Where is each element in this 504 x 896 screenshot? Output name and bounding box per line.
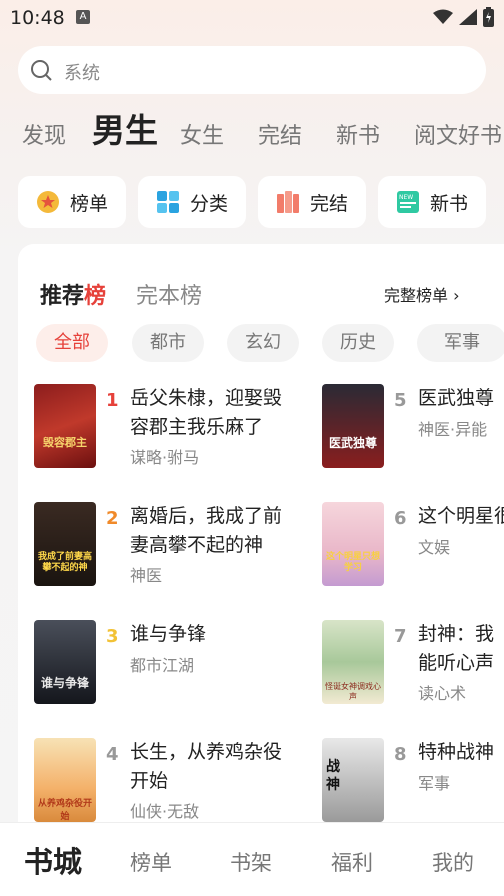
battery-icon <box>483 7 494 27</box>
status-bar: 10:48 A <box>0 0 504 36</box>
rank-number: 3 <box>106 626 119 647</box>
medal-icon <box>37 191 59 213</box>
nav-bookshelf[interactable]: 书架 <box>230 847 272 877</box>
nav-bookstore[interactable]: 书城 <box>24 839 82 881</box>
book-cover: 战神 <box>322 738 384 822</box>
book-item[interactable]: 战神 8 特种战神 军事 <box>322 738 504 828</box>
book-title: 医武独尊 <box>418 387 495 409</box>
tab-yuewen-good-books[interactable]: 阅文好书 <box>414 118 502 150</box>
book-tag: 军事 <box>418 774 451 793</box>
nav-me[interactable]: 我的 <box>432 847 474 877</box>
full-list-label: 完整榜单 <box>384 286 449 305</box>
rank-number: 4 <box>106 744 119 765</box>
rank-number: 7 <box>394 626 407 647</box>
rank-number: 5 <box>394 390 407 411</box>
book-cover: 这个明星只想学习 <box>322 502 384 586</box>
book-tag: 谋略·驸马 <box>130 448 200 467</box>
status-icons <box>433 7 494 27</box>
genre-pill-urban[interactable]: 都市 <box>132 324 204 362</box>
tab-label: 推荐 <box>40 284 85 309</box>
book-item[interactable]: 谁与争锋 3 谁与争锋 都市江湖 <box>34 620 334 710</box>
nav-ranking[interactable]: 榜单 <box>130 847 172 877</box>
book-title: 封神：我能听心声 <box>418 623 495 674</box>
status-time: 10:48 <box>10 7 65 29</box>
cover-text: 战神 <box>326 759 340 793</box>
book-item[interactable]: 我成了前妻高攀不起的神 2 离婚后，我成了前妻高攀不起的神 神医 <box>34 502 334 592</box>
cover-text: 从养鸡杂役开始 <box>37 799 92 822</box>
book-cover: 怪诞女神调戏心声 <box>322 620 384 704</box>
book-tag: 仙侠·无敌 <box>130 802 200 821</box>
tab-new[interactable]: 新书 <box>336 118 380 150</box>
notification-icon: A <box>76 10 90 24</box>
rank-number: 6 <box>394 508 407 529</box>
tab-recommended-ranking[interactable]: 推荐榜 <box>40 278 106 310</box>
shortcut-label: 完结 <box>310 193 349 215</box>
rank-number: 1 <box>106 390 119 411</box>
book-tag: 都市江湖 <box>130 656 195 675</box>
shortcut-completed-button[interactable]: 完结 <box>258 176 366 228</box>
cover-text: 谁与争锋 <box>40 676 89 690</box>
tab-completed-ranking[interactable]: 完本榜 <box>136 278 202 310</box>
shortcut-new-books-button[interactable]: NEW 新书 <box>378 176 486 228</box>
cover-text: 毁容郡主 <box>43 436 87 449</box>
search-input[interactable]: 系统 <box>64 59 100 85</box>
nav-welfare[interactable]: 福利 <box>331 847 373 877</box>
genre-pill-history[interactable]: 历史 <box>322 324 394 362</box>
genre-pill-all[interactable]: 全部 <box>36 324 108 362</box>
rank-number: 2 <box>106 508 119 529</box>
ranking-card: 推荐榜 完本榜 完整榜单 › 全部 都市 玄幻 历史 军事 毁容郡主 1 岳父朱… <box>18 244 504 844</box>
tab-completed[interactable]: 完结 <box>258 118 302 150</box>
shortcut-label: 新书 <box>430 193 469 215</box>
book-cover: 谁与争锋 <box>34 620 96 704</box>
cover-text: 我成了前妻高攀不起的神 <box>37 552 92 573</box>
rank-number: 8 <box>394 744 407 765</box>
full-list-link[interactable]: 完整榜单 › <box>384 282 460 306</box>
book-item[interactable]: 从养鸡杂役开始 4 长生，从养鸡杂役开始 仙侠·无敌 <box>34 738 334 828</box>
bottom-nav: 书城 榜单 书架 福利 我的 <box>0 822 504 896</box>
book-title: 这个明星很想退休 <box>418 505 504 527</box>
signal-icon <box>459 9 477 25</box>
shortcut-ranking-button[interactable]: 榜单 <box>18 176 126 228</box>
tab-label-highlight: 榜 <box>84 284 107 309</box>
book-item[interactable]: 这个明星只想学习 6 这个明星很想退休 文娱 <box>322 502 504 592</box>
book-tag: 文娱 <box>418 538 451 557</box>
book-cover: 毁容郡主 <box>34 384 96 468</box>
category-tabs: 发现 男生 女生 完结 新书 阅文好书 <box>0 110 504 160</box>
genre-pill-fantasy[interactable]: 玄幻 <box>227 324 299 362</box>
grid-icon <box>157 191 179 213</box>
search-bar[interactable]: 系统 <box>18 46 486 94</box>
book-title: 特种战神 <box>418 741 495 763</box>
tab-discover[interactable]: 发现 <box>22 118 66 150</box>
new-book-icon: NEW <box>397 191 419 213</box>
shortcut-label: 榜单 <box>70 193 109 215</box>
book-title: 谁与争锋 <box>130 623 207 645</box>
book-tag: 神医·异能 <box>418 420 488 439</box>
books-icon <box>277 191 299 213</box>
book-cover: 医武独尊 <box>322 384 384 468</box>
book-tag: 读心术 <box>418 684 467 703</box>
shortcut-label: 分类 <box>190 193 229 215</box>
book-item[interactable]: 怪诞女神调戏心声 7 封神：我能听心声 读心术 <box>322 620 504 710</box>
book-title: 长生，从养鸡杂役开始 <box>130 741 283 792</box>
chevron-right-icon: › <box>453 286 460 305</box>
book-tag: 神医 <box>130 566 163 585</box>
book-item[interactable]: 毁容郡主 1 岳父朱棣，迎娶毁容郡主我乐麻了 谋略·驸马 <box>34 384 334 474</box>
cover-text: 这个明星只想学习 <box>325 552 380 573</box>
book-cover: 我成了前妻高攀不起的神 <box>34 502 96 586</box>
shortcut-category-button[interactable]: 分类 <box>138 176 246 228</box>
search-icon <box>31 60 52 81</box>
tab-female[interactable]: 女生 <box>180 118 224 150</box>
book-item[interactable]: 医武独尊 5 医武独尊 神医·异能 <box>322 384 504 474</box>
cover-text: 医武独尊 <box>328 436 377 450</box>
genre-pill-military[interactable]: 军事 <box>417 324 504 362</box>
svg-text:NEW: NEW <box>399 194 413 201</box>
book-title: 离婚后，我成了前妻高攀不起的神 <box>130 505 283 556</box>
wifi-icon <box>433 9 453 24</box>
tab-male[interactable]: 男生 <box>92 110 158 152</box>
book-cover: 从养鸡杂役开始 <box>34 738 96 822</box>
book-title: 岳父朱棣，迎娶毁容郡主我乐麻了 <box>130 387 283 438</box>
cover-text: 怪诞女神调戏心声 <box>325 682 381 701</box>
